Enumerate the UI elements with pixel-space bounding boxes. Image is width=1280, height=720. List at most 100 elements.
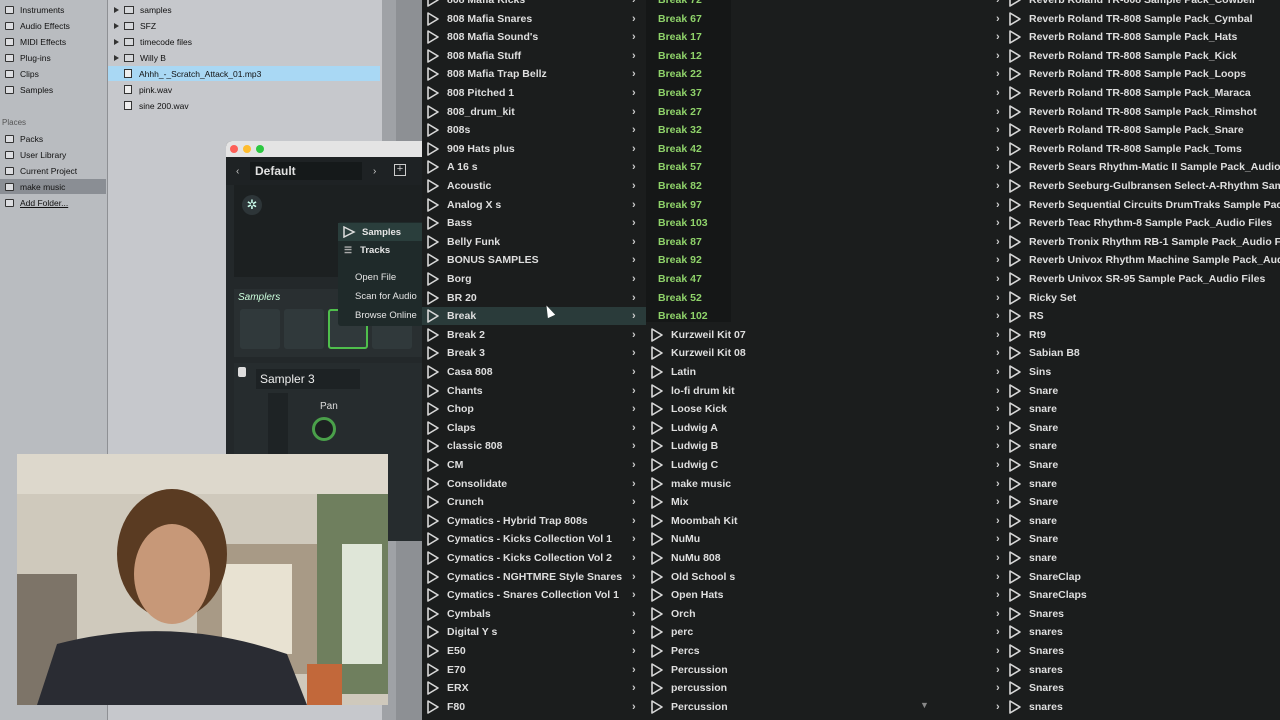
folder-row[interactable]: Reverb Roland TR-808 Sample Pack_Cowbell… (996, 0, 1280, 9)
play-icon[interactable] (426, 699, 440, 714)
folder-row[interactable]: Digital Y s › (422, 623, 646, 641)
chevron-right-icon[interactable]: › (996, 626, 1000, 638)
folder-row[interactable]: A 16 s › (422, 158, 646, 176)
folder-row[interactable]: Moombah Kit (646, 512, 986, 530)
chevron-right-icon[interactable]: › (996, 310, 1000, 322)
chevron-right-icon[interactable]: › (632, 124, 636, 136)
break-item[interactable]: Break 82 (658, 177, 738, 195)
play-icon[interactable] (426, 532, 440, 547)
play-icon[interactable] (650, 588, 664, 602)
folder-row[interactable]: NuMu 808 (646, 549, 986, 567)
play-icon[interactable] (1008, 588, 1022, 602)
pan-knob[interactable] (312, 417, 336, 441)
folder-row[interactable]: Reverb Roland TR-808 Sample Pack_Maraca › (996, 84, 1280, 102)
play-icon[interactable] (1008, 439, 1022, 454)
play-icon[interactable] (426, 606, 440, 621)
folder-row[interactable]: Casa 808 › (422, 363, 646, 381)
chevron-right-icon[interactable]: › (996, 87, 1000, 99)
chevron-right-icon[interactable]: › (996, 161, 1000, 173)
sidebar-item-make-music[interactable]: make music (0, 179, 106, 194)
play-icon[interactable] (426, 11, 440, 26)
play-icon[interactable] (650, 420, 664, 435)
folder-row[interactable]: Reverb Roland TR-808 Sample Pack_Hats › (996, 28, 1280, 46)
chevron-right-icon[interactable]: › (996, 217, 1000, 229)
sidebar-item-packs[interactable]: Packs (0, 131, 106, 146)
chevron-right-icon[interactable]: › (632, 664, 636, 676)
expand-icon[interactable] (114, 6, 119, 13)
folder-row[interactable]: RS › (996, 307, 1280, 325)
folder-row[interactable]: Sabian B8 › (996, 344, 1280, 362)
menu-item-samples[interactable]: Samples (338, 223, 428, 241)
folder-row[interactable]: CM › (422, 456, 646, 474)
break-item[interactable]: Break 32 (658, 121, 738, 139)
file-folder-sfz[interactable]: SFZ (108, 18, 380, 33)
break-item[interactable]: Break 87 (658, 233, 738, 251)
chevron-right-icon[interactable]: › (632, 31, 636, 43)
chevron-right-icon[interactable]: › (996, 329, 1000, 341)
play-icon[interactable] (1008, 290, 1022, 305)
chevron-right-icon[interactable]: › (996, 254, 1000, 266)
chevron-right-icon[interactable]: › (996, 292, 1000, 304)
folder-row[interactable]: Cymatics - Snares Collection Vol 1 › (422, 586, 646, 604)
chevron-right-icon[interactable]: › (632, 682, 636, 694)
folder-row[interactable]: snare › (996, 475, 1280, 493)
sidebar-item-instruments[interactable]: Instruments (0, 2, 106, 17)
chevron-right-icon[interactable]: › (632, 515, 636, 527)
play-icon[interactable] (650, 699, 664, 714)
folder-row[interactable]: 808 Pitched 1 › (422, 84, 646, 102)
play-icon[interactable] (1008, 216, 1022, 230)
chevron-right-icon[interactable]: › (632, 292, 636, 304)
chevron-right-icon[interactable]: › (632, 199, 636, 211)
file-item-ahhh[interactable]: Ahhh_-_Scratch_Attack_01.mp3 (108, 66, 380, 81)
play-icon[interactable] (1008, 179, 1022, 193)
folder-row[interactable]: 808 Mafia Trap Bellz › (422, 65, 646, 83)
play-icon[interactable] (1008, 569, 1022, 584)
break-item[interactable]: Break 92 (658, 251, 738, 269)
folder-row[interactable]: Reverb Sears Rhythm-Matic II Sample Pack… (996, 158, 1280, 176)
chevron-right-icon[interactable]: › (996, 403, 1000, 415)
folder-row[interactable]: snare › (996, 512, 1280, 530)
chevron-right-icon[interactable]: › (632, 403, 636, 415)
folder-row[interactable]: Reverb Roland TR-808 Sample Pack_Snare › (996, 121, 1280, 139)
chevron-right-icon[interactable]: › (996, 589, 1000, 601)
play-icon[interactable] (1008, 606, 1022, 621)
chevron-right-icon[interactable]: › (996, 13, 1000, 25)
play-icon[interactable] (426, 383, 440, 398)
folder-row[interactable]: Latin (646, 363, 986, 381)
play-icon[interactable] (426, 365, 440, 379)
folder-row[interactable]: Consolidate › (422, 475, 646, 493)
expand-icon[interactable] (114, 22, 119, 29)
file-folder-timecode[interactable]: timecode files (108, 34, 380, 49)
play-icon[interactable] (1008, 681, 1022, 695)
play-icon[interactable] (1008, 234, 1022, 249)
chevron-right-icon[interactable]: › (632, 217, 636, 229)
break-item[interactable]: Break 27 (658, 103, 738, 121)
play-icon[interactable] (426, 681, 440, 695)
chevron-right-icon[interactable]: › (996, 496, 1000, 508)
folder-row[interactable]: 808s › (422, 121, 646, 139)
break-item[interactable]: Break 102 (658, 307, 738, 325)
chevron-right-icon[interactable]: › (632, 478, 636, 490)
folder-row[interactable]: Snare › (996, 419, 1280, 437)
folder-row[interactable]: Snare › (996, 456, 1280, 474)
chevron-right-icon[interactable]: › (996, 664, 1000, 676)
folder-row[interactable]: Ludwig B (646, 437, 986, 455)
play-icon[interactable] (650, 458, 664, 472)
chevron-right-icon[interactable]: › (996, 478, 1000, 490)
play-icon[interactable] (426, 160, 440, 175)
chevron-right-icon[interactable]: › (996, 106, 1000, 118)
folder-row[interactable]: 808 Mafia Snares › (422, 10, 646, 28)
folder-row[interactable]: BR 20 › (422, 289, 646, 307)
play-icon[interactable] (426, 569, 440, 584)
chevron-right-icon[interactable]: › (996, 701, 1000, 713)
break-item[interactable]: Break 67 (658, 10, 738, 28)
play-icon[interactable] (650, 513, 664, 528)
folder-row[interactable]: 909 Hats plus › (422, 140, 646, 158)
chevron-right-icon[interactable]: › (632, 161, 636, 173)
folder-row[interactable]: snares › (996, 661, 1280, 679)
chevron-right-icon[interactable]: › (996, 143, 1000, 155)
file-folder-willy-b[interactable]: Willy B (108, 50, 380, 65)
play-icon[interactable] (650, 551, 664, 565)
file-item-sine[interactable]: sine 200.wav (108, 98, 380, 113)
play-icon[interactable] (1008, 48, 1022, 63)
